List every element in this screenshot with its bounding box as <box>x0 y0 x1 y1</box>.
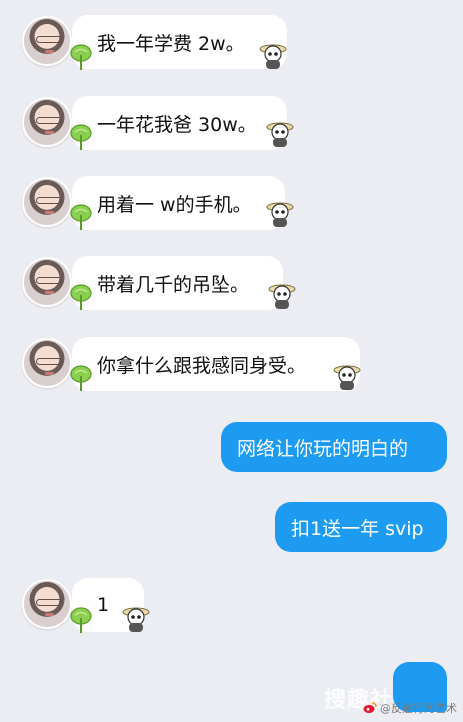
leaf-decoration-icon <box>70 607 92 633</box>
message-row-incoming: 一年花我爸 30w。 <box>0 95 463 155</box>
message-row-incoming: 我一年学费 2w。 <box>0 13 463 73</box>
message-text: 网络让你玩的明白的 <box>237 437 409 460</box>
avatar[interactable] <box>22 257 72 307</box>
message-row-incoming: 带着几千的吊坠。 <box>0 255 463 315</box>
panda-sticker-icon <box>122 607 150 632</box>
avatar[interactable] <box>22 97 72 147</box>
leaf-decoration-icon <box>70 204 92 230</box>
message-text: 带着几千的吊坠。 <box>97 273 250 296</box>
message-row-incoming: 用着一 w的手机。 <box>0 175 463 235</box>
panda-sticker-icon <box>266 202 294 227</box>
panda-sticker-icon <box>268 284 296 309</box>
message-bubble[interactable]: 我一年学费 2w。 <box>72 15 287 69</box>
message-row-incoming: 你拿什么跟我感同身受。 <box>0 336 463 396</box>
message-text: 你拿什么跟我感同身受。 <box>97 354 307 377</box>
message-text: 我一年学费 2w。 <box>97 32 245 55</box>
avatar[interactable] <box>22 579 72 629</box>
panda-sticker-icon <box>333 365 361 390</box>
watermark-text: @反逆行为艺术 <box>380 702 457 715</box>
message-bubble[interactable]: 带着几千的吊坠。 <box>72 256 283 310</box>
panda-sticker-icon <box>266 122 294 147</box>
weibo-icon <box>363 702 377 713</box>
message-bubble[interactable]: 你拿什么跟我感同身受。 <box>72 337 360 391</box>
message-text: 扣1送一年 svip <box>291 517 424 540</box>
leaf-decoration-icon <box>70 284 92 310</box>
message-bubble[interactable]: 用着一 w的手机。 <box>72 176 285 230</box>
message-bubble-outgoing[interactable]: 网络让你玩的明白的 <box>221 422 447 472</box>
message-text: 用着一 w的手机。 <box>97 193 252 216</box>
watermark: @反逆行为艺术 <box>363 700 457 716</box>
avatar[interactable] <box>22 16 72 66</box>
message-bubble-outgoing[interactable]: 扣1送一年 svip <box>275 502 447 552</box>
leaf-decoration-icon <box>70 365 92 391</box>
leaf-decoration-icon <box>70 124 92 150</box>
message-text: 1 <box>97 594 110 616</box>
panda-sticker-icon <box>259 44 287 69</box>
message-text: 一年花我爸 30w。 <box>97 113 257 136</box>
message-row-incoming: 1 <box>0 576 463 638</box>
avatar[interactable] <box>22 338 72 388</box>
leaf-decoration-icon <box>70 44 92 70</box>
avatar[interactable] <box>22 177 72 227</box>
message-bubble[interactable]: 一年花我爸 30w。 <box>72 96 287 150</box>
